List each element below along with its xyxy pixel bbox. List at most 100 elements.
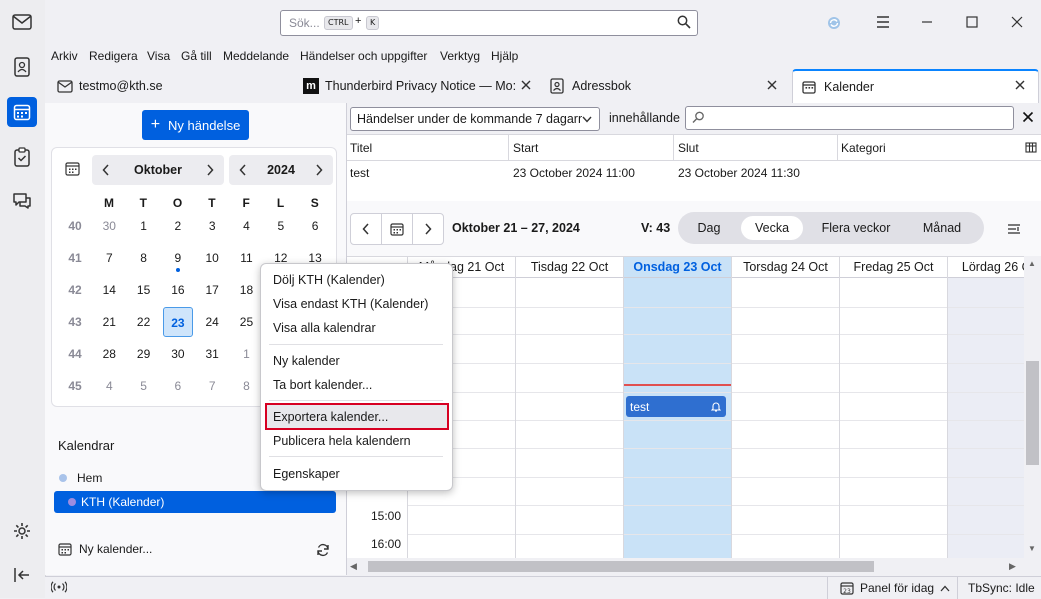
horizontal-scrollbar[interactable]: ◀ ▶ [347,558,1041,575]
view-week-button[interactable]: Vecka [741,216,803,240]
maximize-icon[interactable] [965,15,979,29]
day-cell[interactable]: 1 [231,347,261,361]
chat-icon[interactable] [7,186,37,216]
menu-handelser[interactable]: Händelser och uppgifter [300,49,427,63]
day-cell[interactable]: 5 [129,379,159,393]
view-month-button[interactable]: Månad [906,216,978,240]
day-cell[interactable]: 7 [94,251,124,265]
day-cell[interactable]: 6 [163,379,193,393]
day-cell[interactable]: 7 [197,379,227,393]
menu-properties[interactable]: Egenskaper [273,467,340,481]
minimize-icon[interactable] [920,15,934,29]
mail-icon[interactable] [7,7,37,37]
day-cell[interactable]: 24 [197,315,227,329]
close-tab-addressbook-icon[interactable] [766,79,778,91]
day-cell[interactable]: 8 [231,379,261,393]
day-header[interactable]: Tisdag 22 Oct [516,257,623,277]
menu-show-all-calendars[interactable]: Visa alla kalendrar [273,321,376,335]
online-status-icon[interactable] [51,581,67,593]
column-picker-icon[interactable] [1025,142,1037,153]
view-multiweek-button[interactable]: Flera veckor [812,216,900,240]
day-cell[interactable]: 4 [94,379,124,393]
tasks-icon[interactable] [7,142,37,172]
close-filter-icon[interactable] [1022,111,1034,123]
menu-delete-calendar[interactable]: Ta bort kalender... [273,378,372,392]
day-cell-today[interactable]: 23 [162,307,193,337]
prev-week-icon[interactable] [351,214,382,244]
prev-month-icon[interactable] [92,164,120,176]
scrollbar-thumb[interactable] [1026,361,1039,465]
month-label[interactable]: Oktober [120,163,196,177]
day-cell[interactable]: 22 [129,315,159,329]
refresh-icon[interactable] [316,543,330,557]
menu-publish-calendar[interactable]: Publicera hela kalendern [273,434,411,448]
new-event-button[interactable]: + Ny händelse [142,110,249,140]
tab-calendar[interactable]: Kalender [792,69,1039,103]
menu-arkiv[interactable]: Arkiv [51,49,78,63]
close-window-icon[interactable] [1010,15,1024,29]
search-icon[interactable] [677,15,691,29]
next-week-icon[interactable] [413,214,443,244]
menu-meddelande[interactable]: Meddelande [223,49,289,63]
day-cell[interactable]: 14 [94,283,124,297]
vertical-scrollbar[interactable]: ▲ ▼ [1024,256,1041,558]
column-category[interactable]: Kategori [841,141,886,155]
tab-mail[interactable]: testmo@kth.se [57,71,289,101]
event-search-input[interactable] [685,106,1014,130]
new-calendar-button[interactable]: Ny kalender... [58,542,152,556]
menu-export-calendar[interactable]: Exportera kalender... [273,410,388,424]
next-month-icon[interactable] [196,164,224,176]
table-row[interactable]: test 23 October 2024 11:00 23 October 20… [347,161,1041,183]
scroll-right-icon[interactable]: ▶ [1009,561,1016,572]
today-pane-toggle[interactable]: 23 Panel för idag [827,577,958,599]
day-cell[interactable]: 25 [231,315,261,329]
menu-hjalp[interactable]: Hjälp [491,49,518,63]
sync-icon[interactable] [826,15,842,31]
tbsync-status[interactable]: TbSync: Idle [957,577,1041,599]
today-calendar-icon[interactable] [65,161,80,176]
column-title[interactable]: Titel [350,141,372,155]
year-label[interactable]: 2024 [257,163,305,177]
scroll-up-icon[interactable]: ▲ [1028,259,1036,268]
event-filter-dropdown[interactable]: Händelser under de kommande 7 dagarna [350,107,600,131]
day-header[interactable]: Fredag 25 Oct [840,257,947,277]
scroll-down-icon[interactable]: ▼ [1028,544,1036,553]
day-cell[interactable]: 30 [163,347,193,361]
global-search-input[interactable]: Sök... CTRL + K [280,10,698,36]
day-cell[interactable]: 28 [94,347,124,361]
day-cell[interactable]: 9 [163,251,193,272]
menu-hide-calendar[interactable]: Dölj KTH (Kalender) [273,273,385,287]
collapse-spaces-icon[interactable] [7,560,37,590]
view-day-button[interactable]: Dag [682,216,736,240]
today-button-icon[interactable] [382,214,413,244]
day-cell[interactable]: 3 [197,219,227,233]
day-cell[interactable]: 2 [163,219,193,233]
menu-show-only-calendar[interactable]: Visa endast KTH (Kalender) [273,297,428,311]
column-end[interactable]: Slut [678,141,699,155]
hscrollbar-thumb[interactable] [368,561,874,572]
tab-addressbook[interactable]: Adressbok [550,71,782,101]
day-cell[interactable]: 18 [231,283,261,297]
column-start[interactable]: Start [513,141,538,155]
day-cell[interactable]: 10 [197,251,227,265]
settings-gear-icon[interactable] [7,516,37,546]
day-cell[interactable]: 11 [231,251,261,265]
view-settings-icon[interactable] [1007,222,1021,236]
menu-redigera[interactable]: Redigera [89,49,138,63]
menu-ga-till[interactable]: Gå till [181,49,212,63]
day-cell[interactable]: 8 [129,251,159,265]
day-cell[interactable]: 17 [197,283,227,297]
close-tab-privacy-icon[interactable] [520,79,532,91]
day-cell[interactable]: 1 [129,219,159,233]
address-book-icon[interactable] [7,52,37,82]
prev-year-icon[interactable] [229,164,257,176]
menu-visa[interactable]: Visa [147,49,170,63]
next-year-icon[interactable] [305,164,333,176]
scroll-left-icon[interactable]: ◀ [350,561,357,572]
menu-new-calendar[interactable]: Ny kalender [273,354,340,368]
menu-verktyg[interactable]: Verktyg [440,49,480,63]
day-cell[interactable]: 15 [129,283,159,297]
day-cell[interactable]: 5 [266,219,296,233]
day-cell[interactable]: 6 [300,219,330,233]
day-cell[interactable]: 31 [197,347,227,361]
